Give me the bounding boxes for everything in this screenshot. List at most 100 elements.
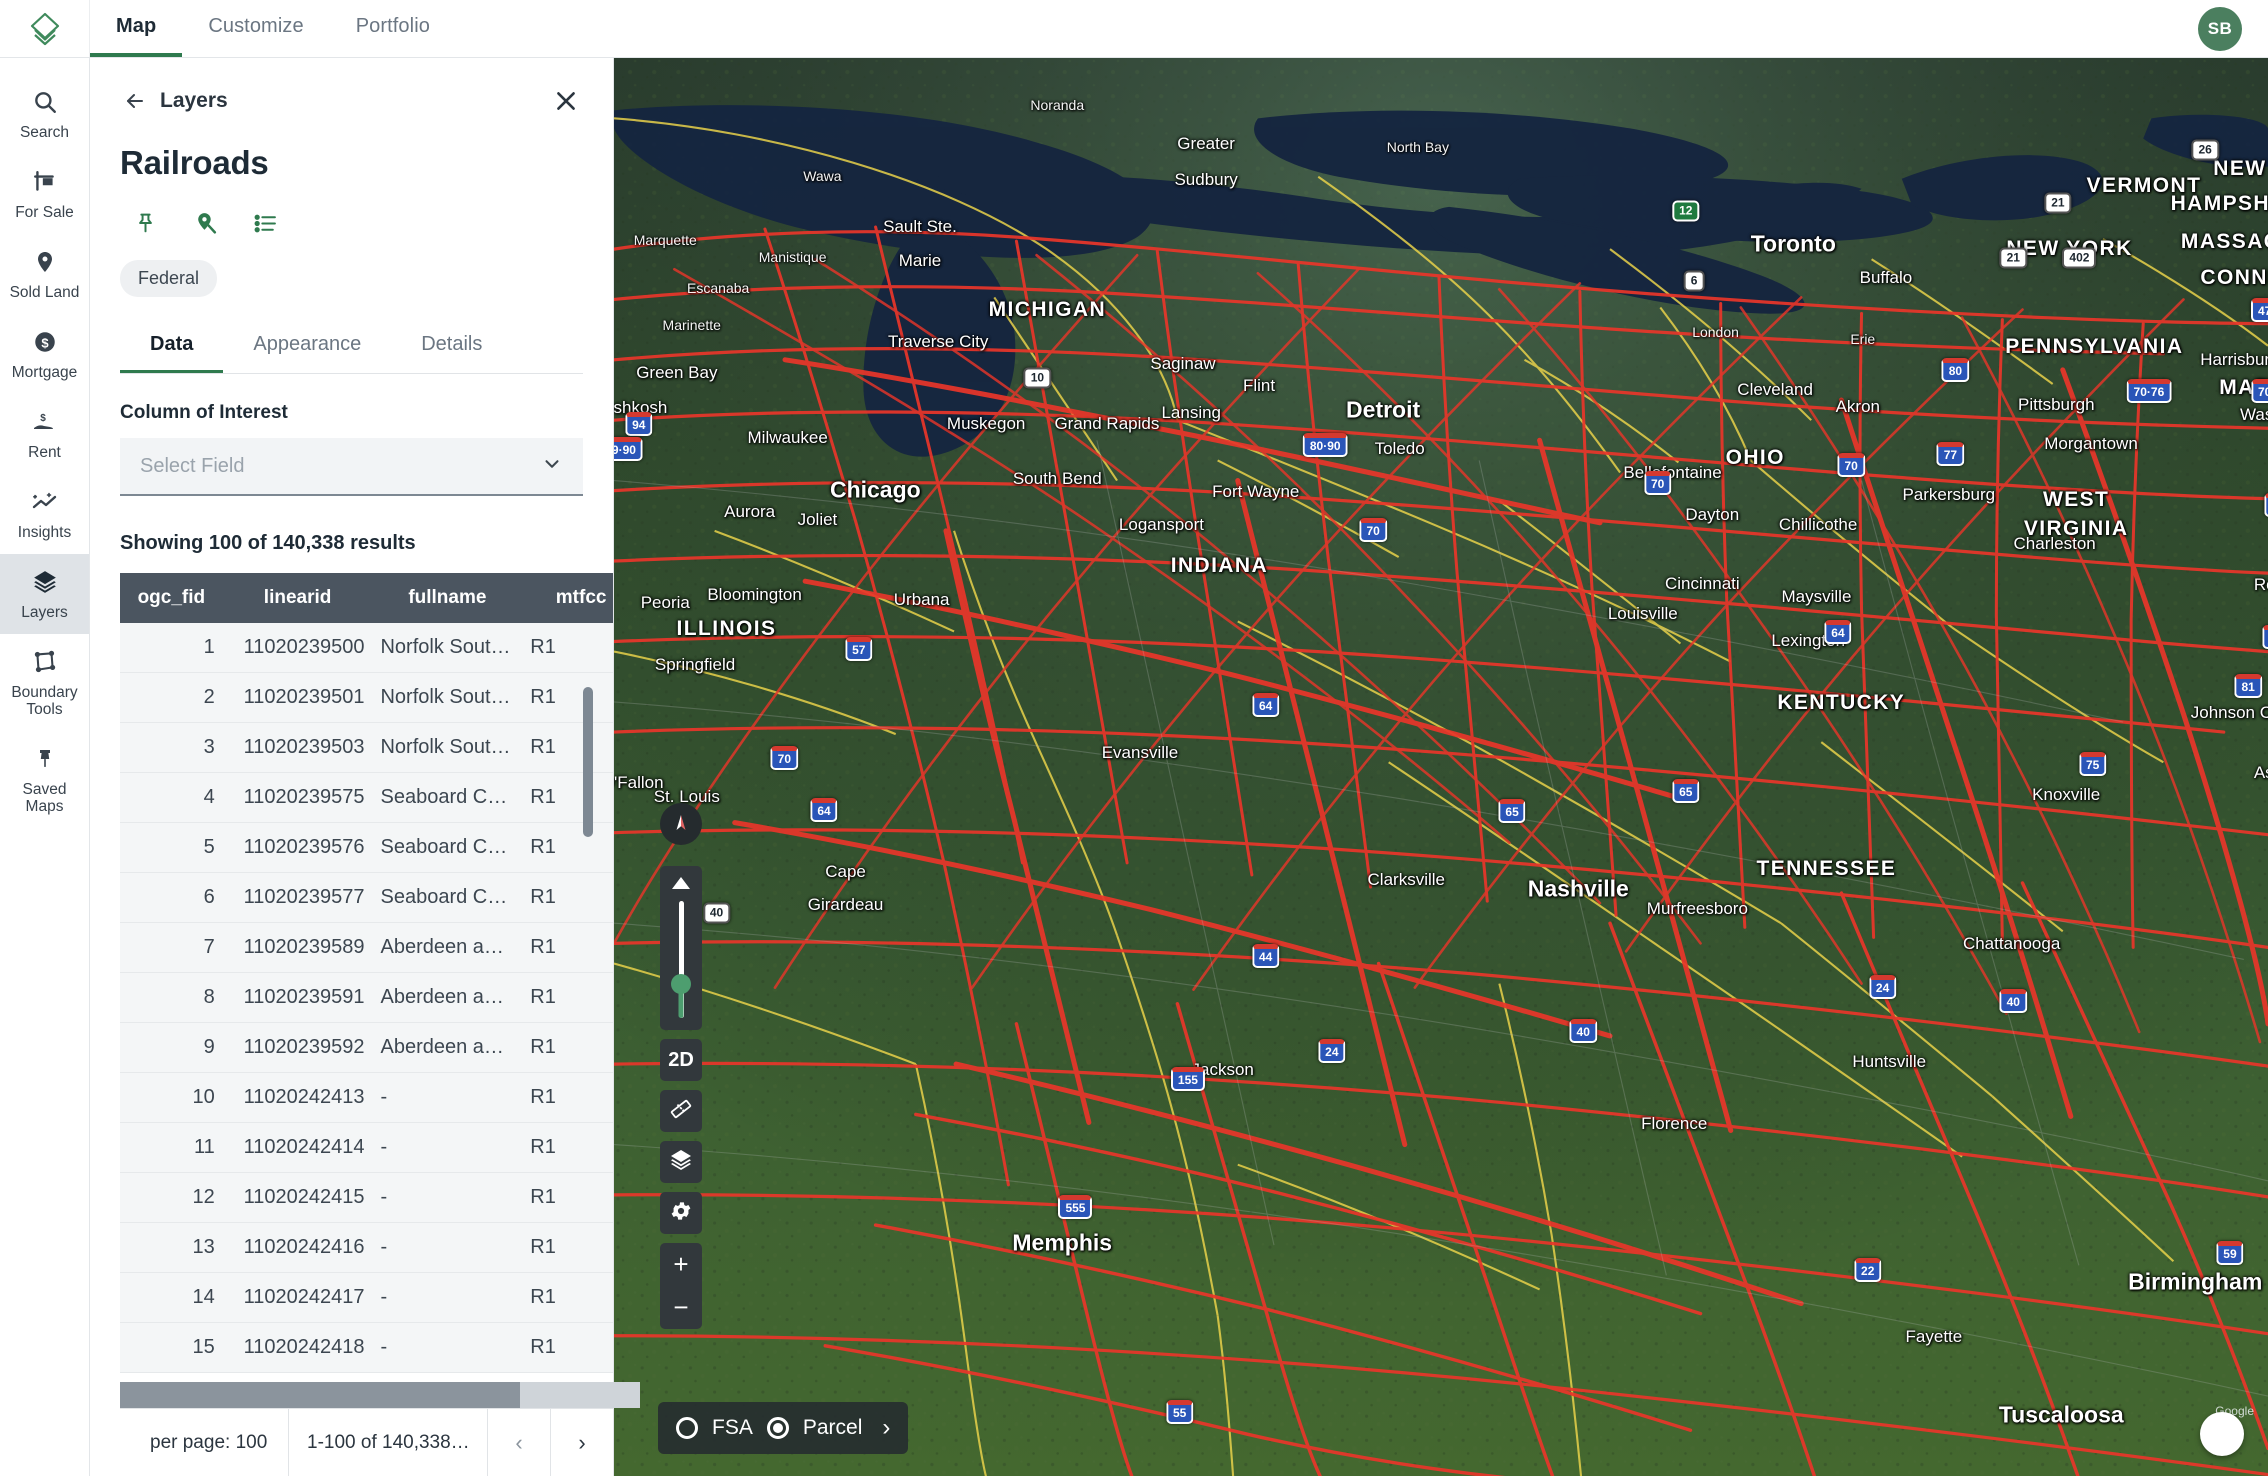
close-icon[interactable] <box>549 84 583 118</box>
table-row[interactable]: 12 11020242415- R1 <box>120 1172 613 1223</box>
col-header-ogc-fid[interactable]: ogc_fid <box>120 573 223 623</box>
table-row[interactable]: 10 11020242413- R1 <box>120 1072 613 1123</box>
layers-logo-icon <box>27 11 63 47</box>
table-cell-ogc_fid: 3 <box>120 722 223 773</box>
table-cell-mtfcc: R1 <box>522 1172 613 1223</box>
table-row[interactable]: 13 11020242416- R1 <box>120 1222 613 1273</box>
table-horizontal-scroll-thumb[interactable] <box>120 1382 520 1408</box>
tab-customize[interactable]: Customize <box>182 0 329 57</box>
basemap-button[interactable] <box>660 1141 702 1183</box>
table-cell-ogc_fid: 10 <box>120 1072 223 1123</box>
table-row[interactable]: 7 11020239589 Aberdeen and… R1 <box>120 922 613 973</box>
tab-map[interactable]: Map <box>90 0 183 57</box>
table-cell-ogc_fid: 1 <box>120 623 223 673</box>
col-header-fullname[interactable]: fullname <box>372 573 523 623</box>
mountain-icon <box>670 876 692 895</box>
table-cell-mtfcc: R1 <box>522 623 613 673</box>
col-header-linearid[interactable]: linearid <box>222 573 373 623</box>
table-cell-mtfcc: R1 <box>522 1322 613 1373</box>
table-cell-linearid: 11020239589 <box>222 922 373 973</box>
table-vertical-scrollbar[interactable] <box>583 627 593 1382</box>
radio-fsa[interactable] <box>676 1417 698 1439</box>
chevron-left-icon[interactable]: ‹ <box>488 1430 550 1456</box>
dimension-toggle-button[interactable]: 2D <box>660 1039 702 1081</box>
tab-portfolio[interactable]: Portfolio <box>330 0 456 57</box>
sidebar-item-for-sale[interactable]: For Sale <box>0 154 89 234</box>
map-control-stack: 2D + − <box>660 866 702 1329</box>
tab-details[interactable]: Details <box>391 321 512 373</box>
data-table-scroll[interactable]: ogc_fid linearid fullname mtfcc 1 1102023… <box>120 573 613 1382</box>
table-row[interactable]: 15 11020242418- R1 <box>120 1322 613 1373</box>
table-row[interactable]: 3 11020239503 Norfolk South… R1 <box>120 722 613 773</box>
column-of-interest-select[interactable]: Select Field <box>120 438 583 496</box>
table-vertical-scroll-thumb[interactable] <box>583 687 593 837</box>
map-help-fab[interactable] <box>2200 1412 2244 1456</box>
data-table-body: 1 11020239500 Norfolk South… R1 2 11020239501… <box>120 623 613 1373</box>
tab-data-label: Data <box>150 333 194 355</box>
sidebar-item-layers[interactable]: Layers <box>0 554 89 634</box>
sidebar-item-sold-land-label: Sold Land <box>9 284 80 301</box>
per-page-selector[interactable]: per page: 100 <box>120 1432 288 1454</box>
column-of-interest-placeholder: Select Field <box>140 454 245 477</box>
table-row[interactable]: 9 11020239592 Aberdeen and… R1 <box>120 1022 613 1073</box>
chevron-right-icon[interactable]: › <box>551 1430 613 1456</box>
chevron-right-icon[interactable]: › <box>882 1414 890 1442</box>
hand-dollar-icon: $ <box>31 407 59 437</box>
for-sale-sign-icon <box>32 167 58 197</box>
pitch-slider-knob[interactable] <box>671 973 691 994</box>
table-row[interactable]: 6 11020239577 Seaboard Co… R1 <box>120 872 613 923</box>
pitch-slider-track[interactable] <box>671 901 691 1018</box>
tab-appearance[interactable]: Appearance <box>223 321 391 373</box>
map-viewport[interactable]: Noranda Wawa Greater Sudbury North Bay Sault … <box>614 58 2268 1476</box>
compass-icon[interactable] <box>660 803 702 845</box>
table-row[interactable]: 1 11020239500 Norfolk South… R1 <box>120 623 613 673</box>
table-cell-ogc_fid: 11 <box>120 1122 223 1173</box>
sidebar-item-insights[interactable]: Insights <box>0 474 89 554</box>
list-icon[interactable] <box>248 206 282 240</box>
search-location-icon[interactable] <box>188 206 222 240</box>
table-cell-ogc_fid: 4 <box>120 772 223 823</box>
zoom-out-button[interactable]: − <box>660 1286 702 1329</box>
table-horizontal-scrollbar[interactable] <box>120 1382 640 1408</box>
back-arrow-icon[interactable] <box>120 86 150 116</box>
col-header-mtfcc[interactable]: mtfcc <box>522 573 613 623</box>
map-settings-button[interactable] <box>660 1192 702 1234</box>
zoom-in-button[interactable]: + <box>660 1243 702 1286</box>
dollar-circle-icon: $ <box>32 327 58 357</box>
measure-tool-button[interactable] <box>660 1090 702 1132</box>
sidebar-item-search[interactable]: Search <box>0 74 89 154</box>
table-row[interactable]: 4 11020239575 Seaboard Co… R1 <box>120 772 613 823</box>
table-cell-fullname: Seaboard Co… <box>372 872 523 923</box>
avatar[interactable]: SB <box>2198 6 2242 51</box>
parcel-label[interactable]: Parcel <box>803 1416 863 1440</box>
radio-parcel[interactable] <box>766 1417 789 1439</box>
chevron-down-icon <box>541 453 563 480</box>
table-row[interactable]: 5 11020239576 Seaboard Co… R1 <box>120 822 613 873</box>
table-cell-ogc_fid: 7 <box>120 922 223 973</box>
table-cell-fullname: Seaboard Co… <box>372 822 523 873</box>
sidebar-item-sold-land[interactable]: Sold Land <box>0 234 89 314</box>
table-row[interactable]: 8 11020239591 Aberdeen and… R1 <box>120 972 613 1023</box>
dimension-toggle-label: 2D <box>668 1048 694 1071</box>
pitch-slider[interactable] <box>660 866 702 1030</box>
sidebar-item-mortgage[interactable]: $ Mortgage <box>0 314 89 394</box>
table-row[interactable]: 14 11020242417- R1 <box>120 1272 613 1323</box>
sidebar-item-boundary-tools[interactable]: Boundary Tools <box>0 634 89 731</box>
panel-breadcrumb-label: Layers <box>160 89 228 112</box>
polygon-nodes-icon <box>31 647 59 677</box>
table-row[interactable]: 2 11020239501 Norfolk South… R1 <box>120 672 613 723</box>
table-cell-linearid: 11020239575 <box>222 772 373 823</box>
tab-data[interactable]: Data <box>120 321 224 373</box>
table-row[interactable]: 11 11020242414- R1 <box>120 1122 613 1173</box>
sidebar-item-rent[interactable]: $ Rent <box>0 394 89 474</box>
tab-appearance-label: Appearance <box>253 333 362 355</box>
table-cell-ogc_fid: 14 <box>120 1272 223 1323</box>
table-header-row: ogc_fid linearid fullname mtfcc <box>120 573 613 623</box>
sidebar-item-boundary-tools-label: Boundary Tools <box>11 684 78 718</box>
sidebar-item-saved-maps[interactable]: Saved Maps <box>0 731 89 828</box>
radio-parcel-dot <box>772 1423 783 1433</box>
brand-logo[interactable] <box>0 0 90 57</box>
pin-layer-icon[interactable] <box>128 206 162 240</box>
fsa-label[interactable]: FSA <box>712 1416 753 1440</box>
table-cell-fullname: - <box>372 1272 523 1323</box>
